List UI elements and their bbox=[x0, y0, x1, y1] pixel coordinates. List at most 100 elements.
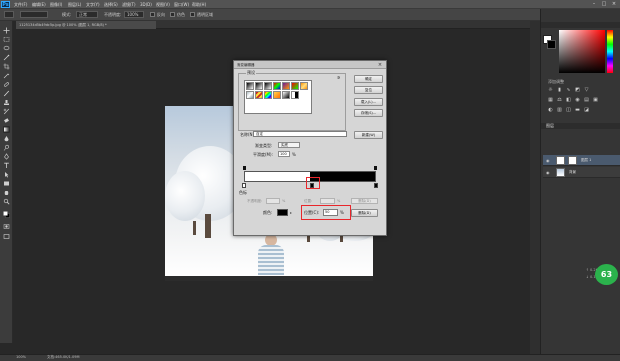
eye-icon[interactable]: ◉ bbox=[546, 158, 550, 163]
healing-tool[interactable] bbox=[3, 81, 10, 88]
close-icon[interactable]: × bbox=[377, 62, 383, 68]
menu-window[interactable]: 窗口(W) bbox=[174, 1, 189, 8]
menu-image[interactable]: 图像(I) bbox=[50, 1, 62, 8]
menu-select[interactable]: 选择(S) bbox=[104, 1, 118, 8]
vibrance-icon[interactable]: ▽ bbox=[584, 88, 589, 93]
shape-tool[interactable] bbox=[3, 180, 10, 187]
invert-icon[interactable]: ◐ bbox=[548, 108, 553, 113]
levels-icon[interactable]: ▮ bbox=[557, 88, 562, 93]
photo-filter-icon[interactable]: ◉ bbox=[575, 98, 580, 103]
curves-icon[interactable]: ∿ bbox=[566, 88, 571, 93]
dither-checkbox[interactable] bbox=[170, 12, 175, 17]
document-tab[interactable]: 1125134d5b49dc5p.jpg @ 100% (图层 1, RGB/8… bbox=[16, 21, 156, 29]
preset-swatch[interactable] bbox=[273, 82, 281, 90]
preset-swatch[interactable] bbox=[282, 91, 290, 99]
minimize-button[interactable]: – bbox=[590, 1, 598, 8]
color-stop-black[interactable] bbox=[374, 183, 378, 188]
path-select-tool[interactable] bbox=[3, 171, 10, 178]
maximize-button[interactable]: □ bbox=[600, 1, 608, 8]
threshold-icon[interactable]: ◫ bbox=[566, 108, 571, 113]
stop-color-well[interactable] bbox=[277, 209, 288, 216]
menu-filter[interactable]: 滤镜(T) bbox=[122, 1, 136, 8]
menu-3d[interactable]: 3D(D) bbox=[140, 1, 152, 8]
layer-name[interactable]: 背景 bbox=[569, 170, 576, 175]
ok-button[interactable]: 确定 bbox=[354, 75, 383, 83]
preset-swatch[interactable] bbox=[291, 91, 299, 99]
menu-view[interactable]: 视图(V) bbox=[156, 1, 170, 8]
layer-row[interactable]: ◉ 背景 bbox=[543, 167, 620, 178]
color-balance-icon[interactable]: ⚖ bbox=[557, 98, 562, 103]
layer-name[interactable]: 图层 1 bbox=[581, 158, 591, 163]
load-button[interactable]: 载入(L)... bbox=[354, 98, 383, 106]
opacity-stop-right[interactable] bbox=[374, 166, 377, 170]
preset-swatch[interactable] bbox=[264, 82, 272, 90]
background-color-swatch[interactable] bbox=[547, 40, 556, 49]
crop-tool[interactable] bbox=[3, 63, 10, 70]
opacity-stop-left[interactable] bbox=[243, 166, 246, 170]
preset-swatch[interactable] bbox=[300, 82, 308, 90]
reset-button[interactable]: 复位 bbox=[354, 86, 383, 94]
eraser-tool[interactable] bbox=[3, 117, 10, 124]
hue-saturation-icon[interactable]: ▦ bbox=[548, 98, 553, 103]
zoom-level[interactable]: 100% bbox=[16, 355, 26, 360]
menu-type[interactable]: 文字(Y) bbox=[86, 1, 100, 8]
preset-swatch[interactable] bbox=[264, 91, 272, 99]
new-gradient-button[interactable]: 新建(W) bbox=[354, 131, 383, 139]
menu-layer[interactable]: 图层(L) bbox=[68, 1, 81, 8]
gradient-map-icon[interactable]: ▬ bbox=[575, 108, 580, 113]
hue-slider[interactable] bbox=[607, 30, 613, 73]
preset-swatch[interactable] bbox=[246, 91, 254, 99]
posterize-icon[interactable]: ▥ bbox=[557, 108, 562, 113]
gradient-type-select[interactable]: 实底 bbox=[278, 142, 300, 148]
pen-tool[interactable] bbox=[3, 153, 10, 160]
zoom-tool[interactable] bbox=[3, 198, 10, 205]
quick-mask-tool[interactable] bbox=[3, 223, 10, 230]
color-stop-white[interactable] bbox=[242, 183, 246, 188]
channel-mixer-icon[interactable]: ▤ bbox=[584, 98, 589, 103]
opacity-input[interactable]: 100% bbox=[124, 11, 144, 18]
delete-stop-button[interactable]: 删除(D) bbox=[351, 209, 378, 217]
layer-row-selected[interactable]: ◉ 图层 1 bbox=[543, 155, 620, 166]
menu-help[interactable]: 帮助(H) bbox=[192, 1, 206, 8]
color-lookup-icon[interactable]: ▣ bbox=[593, 98, 598, 103]
blur-tool[interactable] bbox=[3, 135, 10, 142]
preset-swatch[interactable] bbox=[255, 91, 263, 99]
reverse-checkbox[interactable] bbox=[150, 12, 155, 17]
exposure-icon[interactable]: ◩ bbox=[575, 88, 580, 93]
menu-file[interactable]: 文件(F) bbox=[14, 1, 27, 8]
gradient-tool[interactable] bbox=[3, 126, 10, 133]
clone-stamp-tool[interactable] bbox=[3, 99, 10, 106]
move-tool[interactable] bbox=[3, 27, 10, 34]
tool-preset-picker[interactable] bbox=[4, 11, 14, 18]
quick-select-tool[interactable] bbox=[3, 54, 10, 61]
color-swatches-tool[interactable] bbox=[3, 211, 10, 218]
brightness-icon[interactable]: ☼ bbox=[548, 88, 553, 93]
color-field[interactable] bbox=[559, 30, 605, 73]
preset-swatch[interactable] bbox=[246, 82, 254, 90]
eyedropper-tool[interactable] bbox=[3, 72, 10, 79]
save-button[interactable]: 存储(S)... bbox=[354, 109, 383, 117]
hand-tool[interactable] bbox=[3, 189, 10, 196]
close-window-button[interactable]: × bbox=[610, 1, 618, 8]
black-white-icon[interactable]: ◧ bbox=[566, 98, 571, 103]
lasso-tool[interactable] bbox=[3, 45, 10, 52]
preset-swatch[interactable] bbox=[273, 91, 281, 99]
layers-panel-title[interactable]: 图层 bbox=[546, 123, 554, 129]
gradient-preview[interactable] bbox=[20, 11, 48, 18]
gradient-name-input[interactable]: 自定 bbox=[253, 131, 347, 137]
color-menu-arrow-icon[interactable]: ▸ bbox=[290, 210, 292, 215]
gear-icon[interactable]: ✲ bbox=[337, 75, 342, 80]
preset-swatch[interactable] bbox=[291, 82, 299, 90]
smoothness-input[interactable]: 100 bbox=[278, 151, 290, 157]
screen-mode-tool[interactable] bbox=[3, 233, 10, 240]
preset-swatch[interactable] bbox=[282, 82, 290, 90]
type-tool[interactable] bbox=[3, 162, 10, 169]
dodge-tool[interactable] bbox=[3, 144, 10, 151]
selective-color-icon[interactable]: ◪ bbox=[584, 108, 589, 113]
history-brush-tool[interactable] bbox=[3, 108, 10, 115]
marquee-tool[interactable] bbox=[3, 36, 10, 43]
dialog-titlebar[interactable]: 渐变编辑器 × bbox=[234, 61, 386, 69]
eye-icon[interactable]: ◉ bbox=[546, 170, 550, 175]
transparency-checkbox[interactable] bbox=[190, 12, 195, 17]
menu-edit[interactable]: 编辑(E) bbox=[32, 1, 46, 8]
